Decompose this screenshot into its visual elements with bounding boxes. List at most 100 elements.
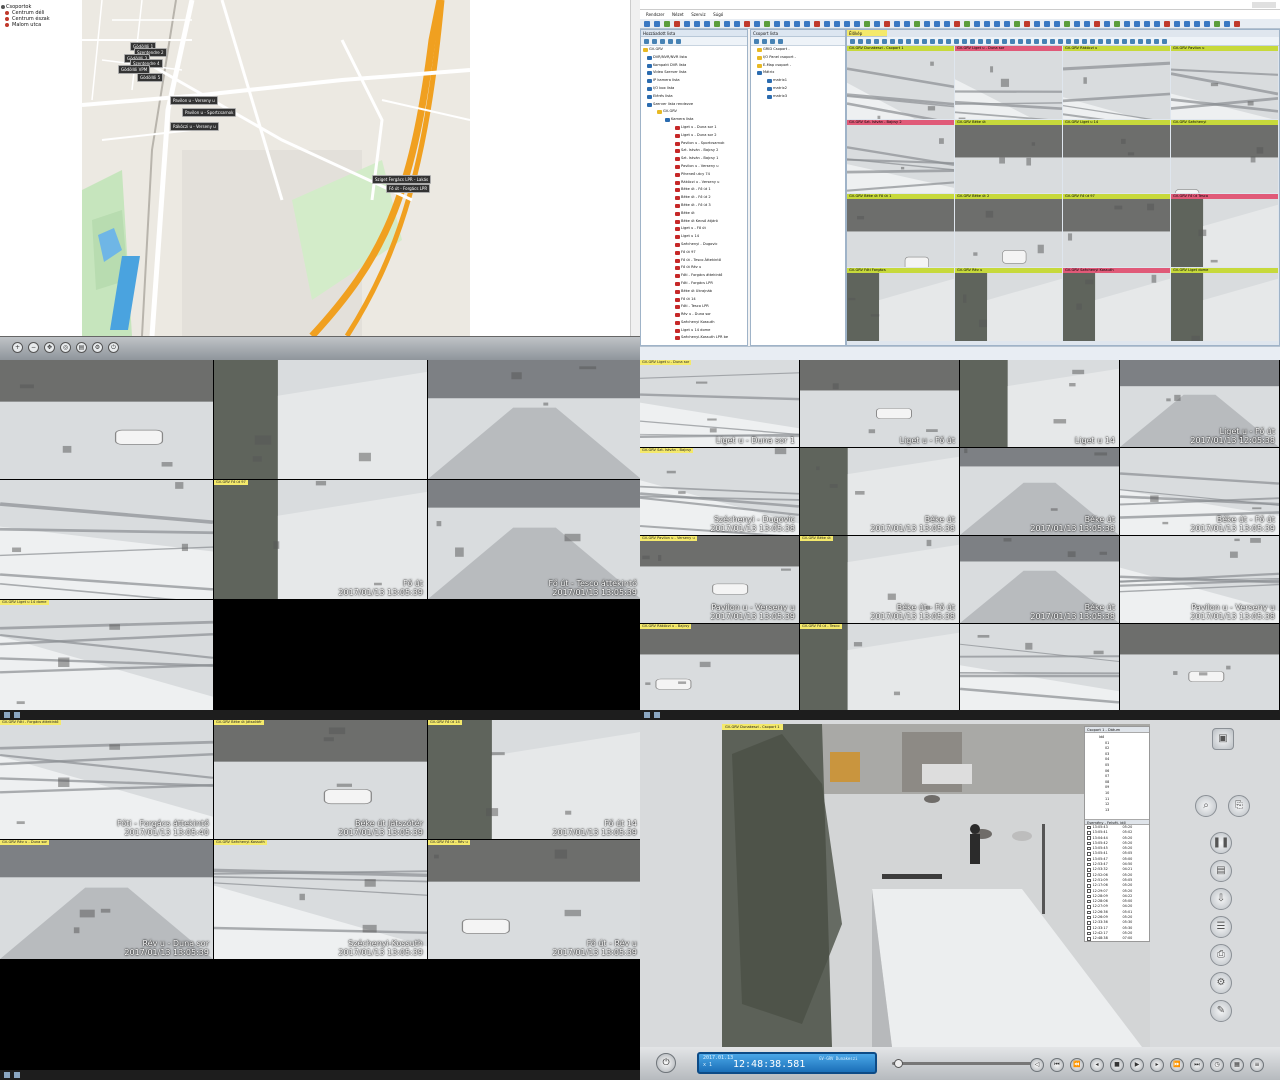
toolbar-button-icon[interactable] (934, 21, 940, 27)
map-camera-pin[interactable]: Sziget Fergács LPR - Lakás (372, 175, 432, 184)
menu-item[interactable]: Rendszer (646, 10, 664, 19)
layout-button-icon[interactable] (1002, 39, 1007, 44)
date-tree-item[interactable]: 13 (1085, 808, 1149, 814)
camera-tree-item[interactable]: Szt. István - Bajcsy 2 (641, 147, 747, 155)
toolbar-button-icon[interactable] (1134, 21, 1140, 27)
toolbar-button-icon[interactable] (1124, 21, 1130, 27)
record-checkbox[interactable] (1087, 905, 1091, 909)
camera-tile[interactable]: Liget u 14 (960, 360, 1119, 447)
toolbar-button-icon[interactable] (894, 21, 900, 27)
stop-icon[interactable]: ■ (1110, 1058, 1124, 1072)
settings-icon[interactable]: ⚙ (1210, 972, 1232, 994)
toolbar-button-icon[interactable] (674, 21, 680, 27)
toolbar-button-icon[interactable] (994, 21, 1000, 27)
toolbar-button-icon[interactable] (1064, 21, 1070, 27)
search-icon[interactable]: ⌕ (1195, 795, 1217, 817)
host-tree-item[interactable]: GV-GRV (641, 46, 747, 54)
host-tree-item[interactable]: Video Szerver lista (641, 69, 747, 77)
layout-button-icon[interactable] (890, 39, 895, 44)
map-camera-pin[interactable]: Pavilon u - Sportcsarnok (182, 108, 237, 117)
camera-tree-item[interactable]: Béke út Kecső átjáró (641, 218, 747, 226)
toolbar-button-icon[interactable] (754, 21, 760, 27)
grid-icon[interactable] (4, 1072, 10, 1078)
camera-tree-item[interactable]: Liget u 14 dome (641, 327, 747, 335)
record-checkbox[interactable] (1087, 841, 1091, 846)
camera-tile[interactable]: Liget u - Fő út (800, 360, 959, 447)
camera-tree-item[interactable]: Fóti - Tesco LPR (641, 303, 747, 311)
group-tree-item[interactable]: matrix3 (751, 93, 845, 101)
exit-icon[interactable]: ⏻ (108, 342, 119, 353)
layout-button-icon[interactable] (978, 39, 983, 44)
toolbar-button-icon[interactable] (1194, 21, 1200, 27)
up-arrow-icon[interactable] (770, 39, 775, 44)
camera-tile[interactable] (960, 624, 1119, 711)
pause-icon[interactable]: ❚❚ (1210, 832, 1232, 854)
layout-button-icon[interactable] (1066, 39, 1071, 44)
toolbar-button-icon[interactable] (764, 21, 770, 27)
layout-button-icon[interactable] (898, 39, 903, 44)
map-camera-pin[interactable]: Rákóczi u - Verseny u (170, 122, 219, 131)
camera-tree-item[interactable]: Széchenyi-Kossuth LPR be (641, 334, 747, 342)
camera-tile[interactable]: GV-GRV Szt. István - Bajcsy Széchenyi - D… (640, 448, 799, 535)
group-tree-item[interactable]: GRID Csoport - (751, 46, 845, 54)
toolbar-button-icon[interactable] (1164, 21, 1170, 27)
toolbar-button-icon[interactable] (744, 21, 750, 27)
live-view-tile[interactable]: GV-GRV Fő út Tesco (1171, 194, 1278, 267)
camera-tree-item[interactable]: Béke út - Fő út 2 (641, 194, 747, 202)
play-icon[interactable]: ▶ (1130, 1058, 1144, 1072)
power-icon[interactable]: ⏻ (656, 1053, 676, 1073)
toolbar-button-icon[interactable] (1214, 21, 1220, 27)
camera-tile[interactable]: GV-GRV Béke út Játszótér Béke út Játszóté… (214, 720, 427, 839)
zoom-out-icon[interactable]: − (28, 342, 39, 353)
camera-tile[interactable]: GV-GRV Béke út Béke út - Fő út 2017/01/13… (800, 536, 959, 623)
layout-button-icon[interactable] (1106, 39, 1111, 44)
layout-button-icon[interactable] (1082, 39, 1087, 44)
connect-icon[interactable] (676, 39, 681, 44)
host-tree-item[interactable]: Szerver lista rendezve (641, 101, 747, 109)
camera-tree-item[interactable]: Fő út - Tesco Áttekintő (641, 257, 747, 265)
layout-button-icon[interactable] (850, 39, 855, 44)
record-checkbox[interactable] (1087, 852, 1091, 856)
camera-tree-item[interactable]: Fóti - Forgács áttekintő (641, 272, 747, 280)
live-view-tile[interactable]: GV-GRV Fő út 97 (1063, 194, 1170, 267)
toolbar-button-icon[interactable] (1044, 21, 1050, 27)
camera-tree-item[interactable]: Fő út 97 (641, 249, 747, 257)
camera-tile[interactable]: Pavilon u - Verseny u 2017/01/13 13:05:3… (1120, 536, 1279, 623)
layout-button-icon[interactable] (882, 39, 887, 44)
toolbar-button-icon[interactable] (684, 21, 690, 27)
map-camera-pin[interactable]: Gödöllői 5 (137, 73, 164, 82)
camera-tree-item[interactable]: Pavilon u - Verseny u (641, 163, 747, 171)
camera-tile[interactable]: Béke út - Fő út 2017/01/13 13:05:39 (1120, 448, 1279, 535)
group-tree-item[interactable]: Mátrix (751, 69, 845, 77)
layout-button-icon[interactable] (1098, 39, 1103, 44)
toolbar-button-icon[interactable] (1234, 21, 1240, 27)
camera-tree-item[interactable]: Fő út 14 (641, 296, 747, 304)
layout-button-icon[interactable] (922, 39, 927, 44)
host-tree-item[interactable]: GV-GRV (641, 108, 747, 116)
timeline-slider[interactable] (892, 1059, 1032, 1068)
toolbar-button-icon[interactable] (1174, 21, 1180, 27)
first-frame-icon[interactable]: ⏮ (1050, 1058, 1064, 1072)
monitor-icon[interactable] (14, 712, 20, 718)
record-checkbox[interactable] (1087, 846, 1091, 851)
layout-button-icon[interactable] (1058, 39, 1063, 44)
fast-forward-icon[interactable]: ⏩ (1170, 1058, 1184, 1072)
toolbar-button-icon[interactable] (964, 21, 970, 27)
live-view-tile[interactable]: GV-GRV Liget dome (1171, 268, 1278, 341)
layout-button-icon[interactable] (962, 39, 967, 44)
layout-button-icon[interactable] (906, 39, 911, 44)
camera-tree-item[interactable]: Béke út Ukrajnáb (641, 288, 747, 296)
clock-icon[interactable]: ◷ (1210, 1058, 1224, 1072)
toolbar-button-icon[interactable] (644, 21, 650, 27)
copy-icon[interactable]: ⎘ (1228, 795, 1250, 817)
record-checkbox[interactable] (1087, 915, 1091, 920)
layout-button-icon[interactable] (970, 39, 975, 44)
toolbar-button-icon[interactable] (1094, 21, 1100, 27)
live-view-tile[interactable]: GV-GRV Liget u 14 (1063, 120, 1170, 193)
print-icon[interactable]: ▤ (76, 342, 87, 353)
camera-tile[interactable]: GV-GRV Liget u 14 dome (0, 600, 213, 719)
toolbar-button-icon[interactable] (1074, 21, 1080, 27)
layout-button-icon[interactable] (874, 39, 879, 44)
step-forward-icon[interactable]: ▸ (1150, 1058, 1164, 1072)
camera-tile[interactable]: Béke út 2017/01/13 13:05:38 (960, 448, 1119, 535)
